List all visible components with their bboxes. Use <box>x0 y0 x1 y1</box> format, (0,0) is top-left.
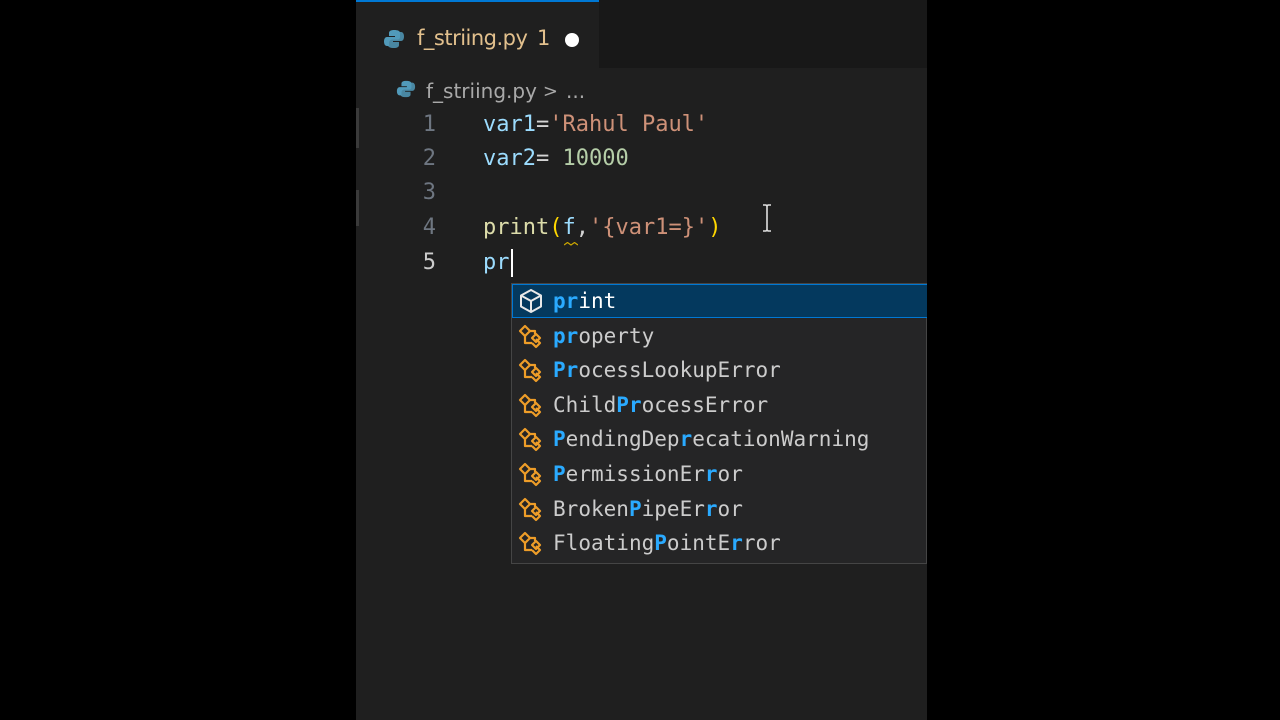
code-token: var2 <box>483 146 536 171</box>
code-token: ) <box>708 215 722 240</box>
code-line[interactable]: 2 var2= 10000 <box>356 142 927 176</box>
problem-count-badge: 1 <box>537 26 551 50</box>
text-caret <box>510 249 513 277</box>
breadcrumb-more[interactable]: ... <box>566 79 585 103</box>
breadcrumb-file[interactable]: f_striing.py <box>426 79 537 103</box>
code-token: ( <box>549 215 563 240</box>
line-number: 2 <box>422 146 436 171</box>
suggestion-widget: print property ProcessLookupError ChildProc… <box>511 283 927 564</box>
suggestion-label: PermissionError <box>553 462 743 486</box>
suggestion-label: ProcessLookupError <box>553 358 781 383</box>
breadcrumb: f_striing.py > ... <box>396 76 585 106</box>
code-line[interactable]: 3 <box>356 176 927 210</box>
code-token: print <box>483 215 550 240</box>
suggestion-item[interactable]: ProcessLookupError <box>512 353 927 387</box>
code-token: = <box>535 146 563 171</box>
code-token: 'Rahul Paul' <box>549 112 709 137</box>
code-text: pr <box>483 246 513 280</box>
line-number: 1 <box>422 112 436 137</box>
suggestion-item[interactable]: print <box>512 284 927 318</box>
code-token: , <box>575 215 589 240</box>
code-text: var2= 10000 <box>483 142 629 176</box>
code-token: = <box>535 112 550 137</box>
suggestion-label: FloatingPointError <box>553 531 781 556</box>
code-text: print(f,'{var1=}') <box>483 211 721 245</box>
suggestion-item[interactable]: FloatingPointError <box>512 526 927 560</box>
code-line[interactable]: 1 var1='Rahul Paul' <box>356 108 927 142</box>
class-icon <box>517 495 545 523</box>
method-cube-icon <box>517 287 545 315</box>
line-number: 5 <box>422 250 436 275</box>
chevron-right-icon: > <box>542 80 558 102</box>
code-line[interactable]: 5 pr <box>356 246 927 280</box>
suggestion-item[interactable]: PermissionError <box>512 457 927 491</box>
code-token: var1 <box>483 112 536 137</box>
code-token: '{var1=}' <box>588 215 709 240</box>
suggestion-item[interactable]: ChildProcessError <box>512 388 927 422</box>
class-icon <box>517 391 545 419</box>
class-icon <box>517 356 545 384</box>
suggestion-label: BrokenPipeError <box>553 496 743 521</box>
suggestion-label: property <box>553 323 655 348</box>
code-token: pr <box>483 250 510 275</box>
tab-f-striing-py[interactable]: f_striing.py 1 <box>356 0 599 68</box>
error-squiggle <box>564 242 578 246</box>
python-icon <box>396 79 416 104</box>
code-line[interactable]: 4 print(f,'{var1=}') <box>356 211 927 245</box>
text-cursor-icon <box>763 204 771 232</box>
tab-bar: f_striing.py 1 <box>356 0 927 68</box>
editor-window: f_striing.py 1 f_striing.py > ... 1 var1=… <box>356 0 927 720</box>
code-token: 10000 <box>562 146 629 171</box>
suggestion-label: print <box>553 289 617 313</box>
class-icon <box>517 529 545 557</box>
tab-filename: f_striing.py <box>417 26 528 50</box>
line-number: 4 <box>422 215 436 240</box>
python-icon <box>383 28 405 54</box>
suggestion-label: PendingDeprecationWarning <box>553 427 870 452</box>
code-text: var1='Rahul Paul' <box>483 108 708 142</box>
class-icon <box>517 460 545 488</box>
suggestion-item[interactable]: BrokenPipeError <box>512 492 927 526</box>
code-token: f <box>562 215 576 240</box>
suggestion-label: ChildProcessError <box>553 392 769 417</box>
class-icon <box>517 425 545 453</box>
suggestion-item[interactable]: PendingDeprecationWarning <box>512 422 927 456</box>
class-icon <box>517 322 545 350</box>
suggestion-item[interactable]: property <box>512 319 927 353</box>
line-number: 3 <box>422 180 436 205</box>
unsaved-dot-icon[interactable] <box>565 33 579 47</box>
